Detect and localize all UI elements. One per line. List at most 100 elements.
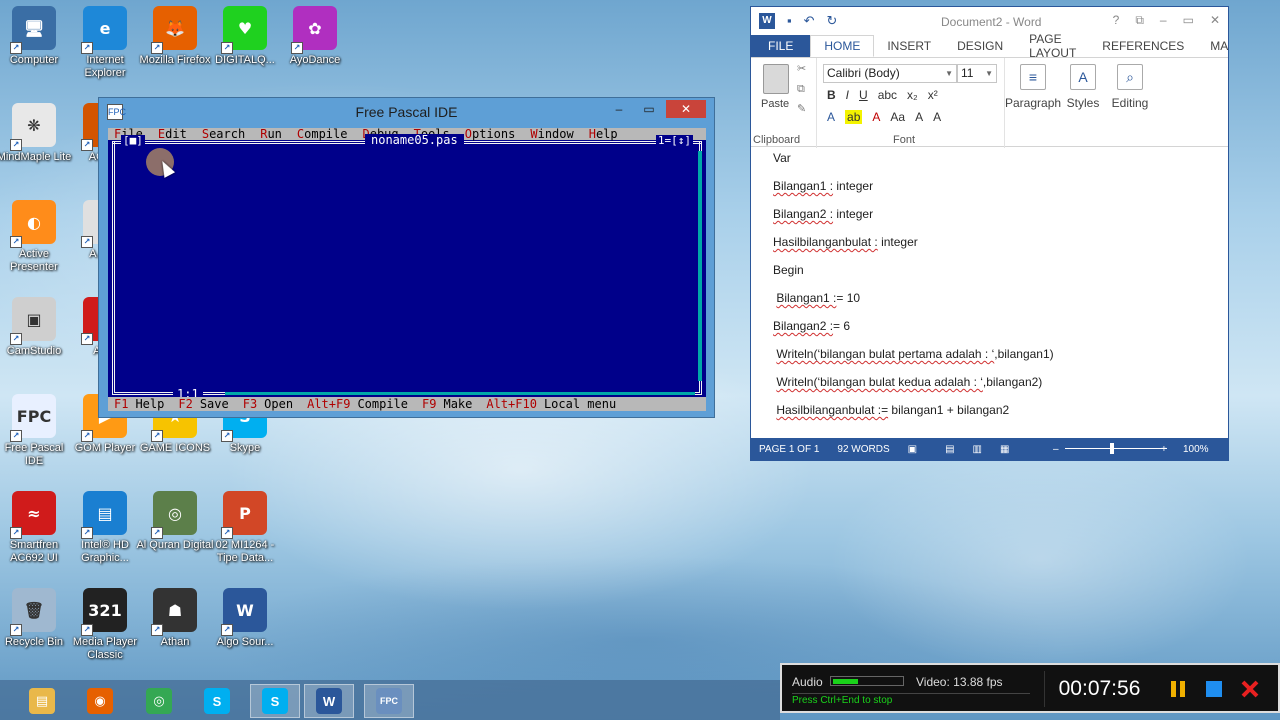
status-key[interactable]: F3	[243, 397, 257, 411]
format-button[interactable]: B	[827, 88, 836, 102]
format-button[interactable]: A	[827, 110, 835, 124]
proofing-icon[interactable]: ▣	[908, 444, 917, 455]
editor-zoom-box[interactable]: 1=[↕]	[655, 135, 693, 147]
status-label[interactable]: Make	[443, 397, 472, 411]
status-key[interactable]: Alt+F9	[307, 397, 350, 411]
help-button[interactable]: ?	[1113, 13, 1120, 28]
desktop-icon[interactable]: ◐ ↗ Active Presenter	[0, 200, 73, 290]
editing-group[interactable]: ⌕ Editing	[1105, 58, 1155, 148]
format-button[interactable]: A	[915, 110, 923, 124]
desktop-icon[interactable]: ≈ ↗ Smartfren AC692 UI	[0, 491, 73, 581]
menu-compile[interactable]: Compile	[297, 128, 348, 140]
editor-horizontal-scrollbar[interactable]	[225, 392, 695, 395]
word-window[interactable]: W ▪ ↶ ↻ Document2 - Word ? ⧉ – ▭ ✕ FILE H…	[750, 6, 1229, 461]
desktop-icon[interactable]: 🦊 ↗ Mozilla Firefox	[136, 6, 214, 96]
desktop-icon[interactable]: ▣ ↗ CamStudio	[0, 297, 73, 387]
status-label[interactable]: Compile	[357, 397, 408, 411]
free-pascal-window[interactable]: FPC Free Pascal IDE – ▭ ✕ File Edit Search…	[98, 97, 715, 418]
document-line[interactable]: Bilangan2 := 6	[773, 319, 850, 333]
desktop-icon[interactable]: 321 ↗ Media Player Classic	[66, 588, 144, 678]
format-button[interactable]: A	[872, 110, 880, 124]
format-button[interactable]: ab	[845, 110, 863, 124]
desktop-icon[interactable]: P ↗ 02 MI1264 - Tipe Data...	[206, 491, 284, 581]
tab-references[interactable]: REFERENCES	[1089, 35, 1197, 57]
status-label[interactable]: Save	[200, 397, 229, 411]
paste-button[interactable]: Paste	[761, 98, 789, 110]
cut-icon[interactable]: ✂	[797, 64, 809, 75]
minimize-button[interactable]: –	[606, 100, 632, 118]
desktop-icon[interactable]: ☗ ↗ Athan	[136, 588, 214, 678]
status-label[interactable]: Help	[135, 397, 164, 411]
tab-design[interactable]: DESIGN	[944, 35, 1016, 57]
format-button[interactable]: abc	[878, 88, 897, 102]
minimize-button[interactable]: –	[1160, 13, 1167, 28]
document-line[interactable]: Writeln(‘bilangan bulat kedua adalah : ‘…	[773, 375, 1042, 389]
format-button[interactable]: I	[846, 88, 849, 102]
format-button[interactable]: x²	[928, 88, 938, 102]
tab-ma[interactable]: MA	[1197, 35, 1241, 57]
format-painter-icon[interactable]: ✎	[797, 104, 809, 115]
format-button[interactable]: Aa	[890, 110, 905, 124]
word-titlebar[interactable]: W ▪ ↶ ↻ Document2 - Word ? ⧉ – ▭ ✕	[751, 7, 1228, 35]
font-name-select[interactable]: Calibri (Body) ▼	[823, 64, 957, 83]
clipboard-icon[interactable]	[763, 64, 789, 94]
status-key[interactable]: F1	[114, 397, 128, 411]
document-line[interactable]: Bilangan1 : integer	[773, 179, 873, 193]
free-pascal-titlebar[interactable]: FPC Free Pascal IDE – ▭ ✕	[99, 98, 714, 126]
tab-home[interactable]: HOME	[810, 35, 875, 57]
undo-icon[interactable]: ↶	[804, 13, 815, 29]
desktop-icon[interactable]: ◎ ↗ Al Quran Digital	[136, 491, 214, 581]
status-key[interactable]: Alt+F10	[486, 397, 537, 411]
format-button[interactable]: U	[859, 88, 868, 102]
desktop-icon[interactable]: FPC ↗ Free Pascal IDE	[0, 394, 73, 484]
menu-options[interactable]: Options	[465, 128, 516, 140]
document-line[interactable]: Writeln(‘bilangan bulat pertama adalah :…	[773, 347, 1053, 361]
word-count[interactable]: 92 WORDS	[837, 444, 889, 455]
close-button[interactable]: ✕	[1210, 13, 1220, 28]
editor-window[interactable]: [■] noname05.pas 1=[↕] 1:1	[112, 134, 702, 400]
desktop-icon[interactable]: ♥ ↗ DIGITALQ...	[206, 6, 284, 96]
format-button[interactable]: A	[933, 110, 941, 124]
document-line[interactable]: Bilangan2 : integer	[773, 207, 873, 221]
tab-file[interactable]: FILE	[751, 35, 811, 57]
taskbar-skype-2[interactable]: S	[250, 684, 300, 718]
menu-help[interactable]: Help	[589, 128, 618, 140]
taskbar-chrome[interactable]: ◎	[134, 684, 184, 718]
desktop-icon[interactable]: ✿ ↗ AyoDance	[276, 6, 354, 96]
document-line[interactable]: Hasilbilanganbulat : integer	[773, 235, 918, 249]
taskbar-firefox[interactable]: ◉	[75, 684, 125, 718]
close-button[interactable]: ✕	[666, 100, 706, 118]
print-layout-icon[interactable]: ▥	[973, 444, 982, 455]
desktop-icon[interactable]: W ↗ Algo Sour...	[206, 588, 284, 678]
close-icon[interactable]	[1240, 679, 1260, 699]
desktop-icon[interactable]: ❋ ↗ MindMaple Lite	[0, 103, 73, 193]
document-body[interactable]: Var Bilangan1 : integer Bilangan2 : intege…	[751, 149, 1228, 431]
read-mode-icon[interactable]: ▤	[945, 444, 954, 455]
redo-icon[interactable]: ↻	[827, 13, 838, 29]
status-label[interactable]: Open	[264, 397, 293, 411]
stop-icon[interactable]	[1204, 679, 1224, 699]
zoom-out-button[interactable]: –	[1053, 444, 1059, 455]
desktop-icon[interactable]: ▤ ↗ Intel® HD Graphic...	[66, 491, 144, 581]
menu-run[interactable]: Run	[260, 128, 282, 140]
format-button[interactable]: x₂	[907, 88, 918, 102]
styles-group[interactable]: A Styles	[1063, 58, 1103, 148]
desktop-icon[interactable]: 🗑 ↗ Recycle Bin	[0, 588, 73, 678]
document-line[interactable]: Hasilbilanganbulat := bilangan1 + bilang…	[773, 403, 1009, 417]
status-key[interactable]: F2	[178, 397, 192, 411]
document-line[interactable]: Var	[773, 151, 791, 165]
copy-icon[interactable]: ⧉	[797, 84, 809, 95]
save-icon[interactable]: ▪	[787, 13, 792, 29]
tab-insert[interactable]: INSERT	[874, 35, 944, 57]
menu-edit[interactable]: Edit	[158, 128, 187, 140]
document-line[interactable]: Begin	[773, 263, 804, 277]
taskbar-free-pascal[interactable]: FPC	[364, 684, 414, 718]
desktop-icon[interactable]: 🖥 ↗ Computer	[0, 6, 73, 96]
taskbar-word[interactable]: W	[304, 684, 354, 718]
page-count[interactable]: PAGE 1 OF 1	[759, 444, 819, 455]
web-layout-icon[interactable]: ▦	[1000, 444, 1009, 455]
zoom-in-button[interactable]: +	[1161, 444, 1167, 455]
status-label[interactable]: Local menu	[544, 397, 616, 411]
paragraph-group[interactable]: ≡ Paragraph	[1005, 58, 1061, 148]
menu-search[interactable]: Search	[202, 128, 245, 140]
